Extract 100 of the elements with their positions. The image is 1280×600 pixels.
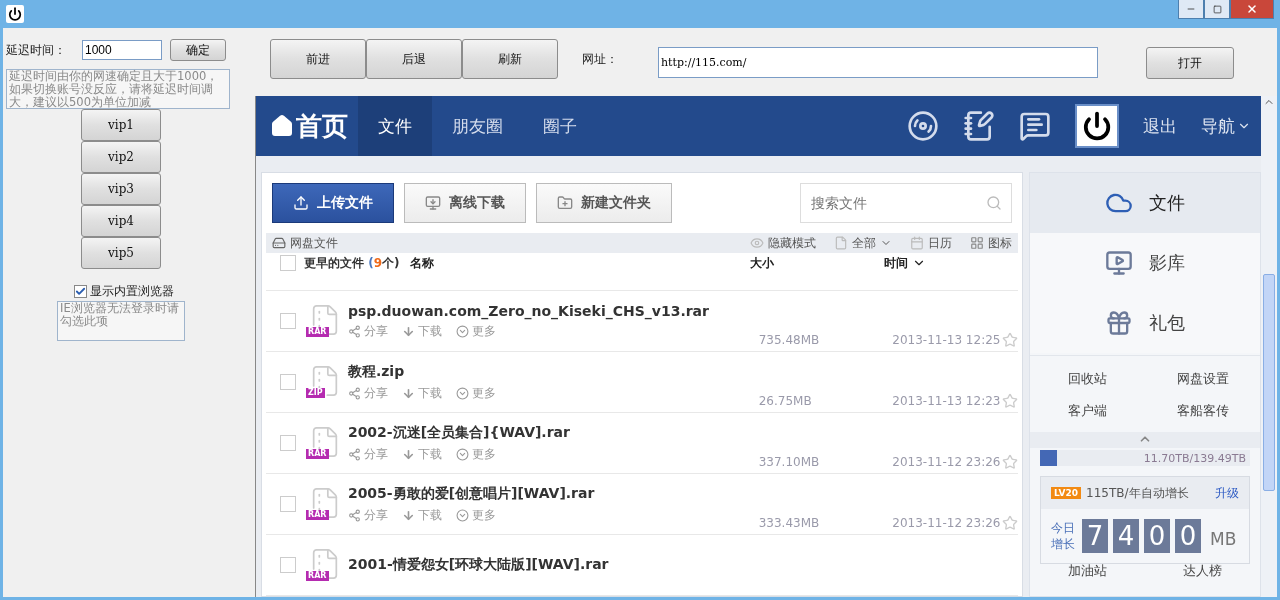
row-checkbox[interactable] [280, 374, 296, 390]
folder-plus-icon [557, 195, 573, 211]
home-logo[interactable]: 首页 [256, 96, 358, 156]
sidebar-link[interactable]: 网盘设置 [1145, 370, 1260, 388]
select-all-checkbox[interactable] [280, 255, 296, 271]
more-icon [455, 386, 469, 400]
sidebar-link[interactable]: 回收站 [1030, 370, 1145, 388]
action-button[interactable]: 新建文件夹 [536, 183, 672, 223]
sidebar-link[interactable]: 客户端 [1030, 402, 1145, 420]
column-header: 名称 [409, 254, 435, 272]
counter-digit: 0 [1175, 519, 1201, 553]
nav-button[interactable]: 刷新 [462, 39, 558, 79]
view-option[interactable]: 图标 [970, 234, 1012, 252]
file-size: 735.48MB [758, 333, 821, 347]
sidebar-link[interactable]: 加油站 [1030, 562, 1145, 580]
file-name[interactable]: 2002-沉迷[全员集合]{WAV].rar [347, 423, 759, 442]
close-icon [1246, 3, 1258, 15]
power-logo[interactable] [1075, 104, 1119, 148]
star-icon[interactable] [1002, 332, 1018, 348]
unit-label: MB [1210, 529, 1237, 549]
share-icon [347, 447, 361, 461]
file-size: 333.43MB [758, 516, 821, 530]
nav-tab[interactable]: 文件 [358, 96, 432, 156]
logout-link[interactable]: 退出 [1143, 114, 1177, 138]
search-icon [986, 195, 1002, 211]
vip-button[interactable]: vip1 [81, 109, 161, 141]
upload-icon [293, 195, 309, 211]
nav-menu[interactable]: 导航 [1201, 114, 1251, 138]
file-name[interactable]: psp.duowan.com_Zero_no_Kiseki_CHS_v13.rar [347, 302, 759, 319]
star-icon[interactable] [1002, 454, 1018, 470]
file-time: 2013-11-12 23:26 [892, 516, 1002, 530]
calendar-icon [910, 236, 924, 250]
nav-button[interactable]: 后退 [366, 39, 462, 79]
collapse-bar[interactable] [1030, 432, 1260, 448]
star-icon[interactable] [1002, 515, 1018, 531]
view-option[interactable]: 日历 [910, 234, 952, 252]
scroll-thumb[interactable] [1263, 274, 1275, 491]
more-icon [455, 447, 469, 461]
address-label: 网址： [582, 51, 618, 68]
download-icon [401, 386, 415, 400]
builtin-browser-checkbox[interactable]: 显示内置浏览器 [74, 283, 174, 300]
nav-tab[interactable]: 朋友圈 [432, 96, 523, 156]
open-button[interactable]: 打开 [1146, 47, 1234, 79]
delay-field[interactable]: 1000 [82, 40, 162, 60]
sidebar-link[interactable]: 达人榜 [1145, 562, 1260, 580]
file-name[interactable]: 2001-情爱怨女[环球大陆版][WAV].rar [348, 556, 760, 574]
document-icon [834, 236, 848, 250]
file-count: 更早的文件 (9个) [304, 254, 400, 272]
action-button[interactable]: 离线下载 [404, 183, 526, 223]
scrollbar[interactable] [1261, 96, 1277, 597]
storage-reading: 11.70TB/139.49TB [1143, 451, 1247, 465]
view-option[interactable]: 全部 [834, 234, 892, 252]
file-name[interactable]: 教程.zip [347, 362, 759, 381]
today-label: 今日增长 [1051, 520, 1076, 552]
close-button[interactable] [1230, 0, 1274, 19]
column-header[interactable]: 时间 [883, 254, 926, 272]
vip-button[interactable]: vip3 [81, 173, 161, 205]
maximize-button[interactable] [1204, 0, 1230, 19]
breadcrumb-item[interactable]: 网盘文件 [290, 234, 338, 252]
row-checkbox[interactable] [280, 313, 296, 329]
file-type-tag: RAR [306, 449, 329, 459]
minimize-button[interactable] [1178, 0, 1204, 19]
sidebar-link[interactable]: 客船客传 [1145, 402, 1260, 420]
address-field[interactable]: http://115.com/ [658, 47, 1098, 78]
row-checkbox[interactable] [280, 435, 296, 451]
gift-icon [1105, 309, 1133, 337]
row-checkbox[interactable] [280, 557, 296, 573]
search-field[interactable]: 搜索文件 [800, 183, 1012, 223]
file-name[interactable]: 2005-勇敢的爱[创意唱片][WAV].rar [347, 484, 759, 503]
home-icon [270, 114, 294, 138]
upgrade-link[interactable]: 升级 [1215, 484, 1239, 502]
grid-icon [970, 236, 984, 250]
nav-tab[interactable]: 圈子 [523, 96, 597, 156]
download-icon [401, 447, 415, 461]
row-checkbox[interactable] [280, 496, 296, 512]
confirm-button[interactable]: 确定 [170, 39, 226, 61]
download-icon [401, 324, 415, 338]
share-icon [347, 386, 361, 400]
counter-digit: 0 [1144, 519, 1170, 553]
vip-button[interactable]: vip4 [81, 205, 161, 237]
drive-icon [272, 236, 286, 250]
chat-icon[interactable] [1019, 110, 1051, 142]
nav-button[interactable]: 前进 [270, 39, 366, 79]
action-button[interactable]: 上传文件 [272, 183, 394, 223]
vip-button[interactable]: vip5 [81, 237, 161, 269]
file-time: 2013-11-13 12:23 [892, 394, 1002, 408]
more-icon [455, 508, 469, 522]
app-icon [6, 5, 24, 23]
power-icon [1082, 111, 1112, 141]
view-option[interactable]: 隐藏模式 [750, 234, 816, 252]
column-header: 大小 [749, 254, 775, 272]
counter-digit: 7 [1082, 519, 1108, 553]
monitor-play-icon [1105, 249, 1133, 277]
disc-icon[interactable] [907, 110, 939, 142]
monitor-download-icon [425, 195, 441, 211]
vip-button[interactable]: vip2 [81, 141, 161, 173]
star-icon[interactable] [1002, 393, 1018, 409]
notepad-icon[interactable] [963, 110, 995, 142]
sidebar-item[interactable]: 文件 [1030, 173, 1260, 233]
eye-icon [750, 236, 764, 250]
